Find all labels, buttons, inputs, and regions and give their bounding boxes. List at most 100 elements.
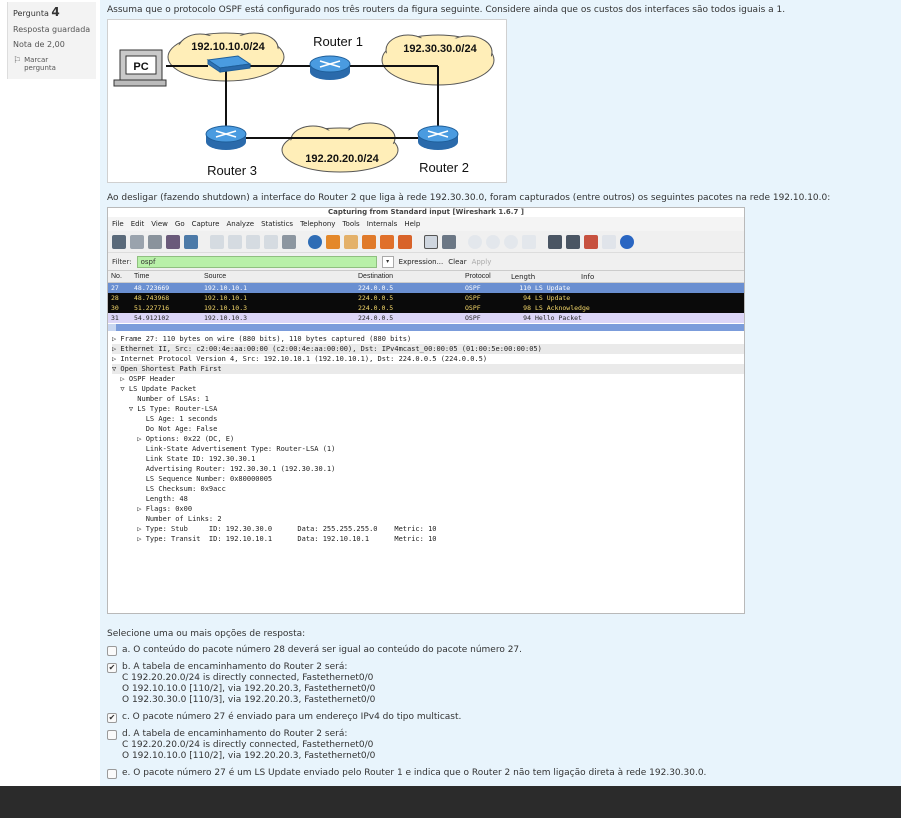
col-no[interactable]: No.	[108, 273, 134, 280]
detail-line: Link-State Advertisement Type: Router-LS…	[112, 445, 336, 453]
question-text: Assuma que o protocolo OSPF está configu…	[107, 5, 786, 15]
col-source[interactable]: Source	[204, 273, 358, 280]
router2-label: Router 2	[419, 160, 469, 175]
option-a-checkbox[interactable]	[107, 646, 117, 656]
wireshark-toolbar	[108, 231, 744, 253]
close-file-icon[interactable]	[246, 234, 260, 249]
flag-question-button[interactable]: ⚐ Marcar pergunta	[13, 56, 91, 72]
detail-line[interactable]: ▷ Type: Transit ID: 192.10.10.1 Data: 19…	[112, 534, 744, 544]
packet-row[interactable]: 31 54.912102 192.10.10.3 224.0.0.5 OSPF …	[108, 313, 744, 323]
col-length[interactable]: Length	[511, 273, 577, 281]
filter-dropdown-icon[interactable]: ▾	[381, 255, 394, 268]
col-time[interactable]: Time	[134, 273, 204, 280]
option-e-checkbox[interactable]	[107, 769, 117, 779]
resize-columns-icon[interactable]	[522, 234, 536, 249]
save-file-icon[interactable]	[228, 234, 242, 249]
menu-go[interactable]: Go	[175, 220, 185, 228]
forward-icon[interactable]	[344, 234, 358, 249]
packet-protocol: OSPF	[465, 314, 481, 322]
menu-telephony[interactable]: Telephony	[300, 220, 335, 228]
packet-no: 30	[111, 304, 119, 312]
menu-analyze[interactable]: Analyze	[226, 220, 254, 228]
option-c[interactable]: ✔ c. O pacote número 27 é enviado para u…	[107, 712, 706, 723]
menu-statistics[interactable]: Statistics	[261, 220, 293, 228]
packet-info: LS Update	[535, 284, 571, 292]
col-info[interactable]: Info	[577, 273, 744, 281]
detail-line[interactable]: ▷ Type: Stub ID: 192.30.30.0 Data: 255.2…	[112, 524, 744, 534]
detail-line[interactable]: ▽ LS Update Packet	[112, 384, 744, 394]
packet-row[interactable]: 27 48.723669 192.10.10.1 224.0.0.5 OSPF …	[108, 283, 744, 293]
expression-button[interactable]: Expression...	[399, 258, 444, 266]
option-b-line: O 192.10.10.0 [110/2], via 192.20.20.3, …	[122, 684, 376, 694]
clear-button[interactable]: Clear	[448, 258, 466, 266]
normal-size-icon[interactable]	[504, 234, 518, 249]
interfaces-icon[interactable]	[112, 234, 126, 249]
packet-source: 192.10.10.1	[204, 294, 248, 302]
options-icon[interactable]	[130, 234, 144, 249]
open-file-icon[interactable]	[210, 234, 224, 249]
zoom-out-icon[interactable]	[486, 234, 500, 249]
packet-length: 94	[523, 294, 531, 302]
detail-line[interactable]: ▷ Ethernet II, Src: c2:00:4e:aa:00:00 (c…	[112, 344, 744, 354]
col-protocol[interactable]: Protocol	[465, 273, 511, 280]
network-diagram: PC 192.10.10.0/24 192.30.30.0/24 192.20.…	[107, 19, 507, 183]
option-c-text: c. O pacote número 27 é enviado para um …	[122, 712, 462, 722]
packet-length: 110	[519, 284, 531, 292]
go-to-packet-icon[interactable]	[362, 234, 376, 249]
colorize-icon[interactable]	[424, 234, 438, 249]
detail-line[interactable]: ▷ OSPF Header	[112, 374, 744, 384]
option-a[interactable]: a. O conteúdo do pacote número 28 deverá…	[107, 645, 706, 656]
option-e[interactable]: e. O pacote número 27 é um LS Update env…	[107, 768, 706, 779]
detail-line[interactable]: ▽ Open Shortest Path First	[112, 364, 744, 374]
packet-row[interactable]: 28 48.743968 192.10.10.1 224.0.0.5 OSPF …	[108, 293, 744, 303]
help-icon[interactable]	[620, 234, 634, 249]
menu-capture[interactable]: Capture	[192, 220, 220, 228]
filter-input[interactable]: ospf	[136, 255, 377, 268]
option-d-checkbox[interactable]	[107, 730, 117, 740]
apply-button[interactable]: Apply	[472, 258, 492, 266]
router3-label: Router 3	[207, 163, 257, 178]
menu-edit[interactable]: Edit	[131, 220, 145, 228]
question-label-text: Pergunta	[13, 9, 49, 18]
detail-line[interactable]: ▽ LS Type: Router-LSA	[112, 404, 744, 414]
reload-icon[interactable]	[264, 234, 278, 249]
start-capture-icon[interactable]	[148, 234, 162, 249]
detail-line: Number of LSAs: 1	[112, 395, 209, 403]
menu-view[interactable]: View	[151, 220, 168, 228]
zoom-in-icon[interactable]	[468, 234, 482, 249]
back-icon[interactable]	[326, 234, 340, 249]
packet-row[interactable]: 30 51.227716 192.10.10.3 224.0.0.5 OSPF …	[108, 303, 744, 313]
menu-internals[interactable]: Internals	[367, 220, 398, 228]
last-packet-icon[interactable]	[398, 234, 412, 249]
menu-help[interactable]: Help	[404, 220, 420, 228]
option-b[interactable]: ✔ b. A tabela de encaminhamento do Route…	[107, 662, 706, 706]
print-icon[interactable]	[282, 234, 296, 249]
preferences-icon[interactable]	[602, 234, 616, 249]
detail-line: Link State ID: 192.30.30.1	[112, 455, 256, 463]
option-d[interactable]: d. A tabela de encaminhamento do Router …	[107, 729, 706, 762]
display-filters-icon[interactable]	[566, 234, 580, 249]
detail-line[interactable]: ▷ Internet Protocol Version 4, Src: 192.…	[112, 354, 744, 364]
stop-capture-icon[interactable]	[166, 234, 180, 249]
menu-tools[interactable]: Tools	[342, 220, 359, 228]
capture-filters-icon[interactable]	[548, 234, 562, 249]
filter-bar: Filter: ospf ▾ Expression... Clear Apply	[108, 253, 744, 271]
option-c-checkbox[interactable]: ✔	[107, 713, 117, 723]
restart-capture-icon[interactable]	[184, 234, 198, 249]
packet-list-scrollbar[interactable]	[108, 324, 744, 331]
option-b-checkbox[interactable]: ✔	[107, 663, 117, 673]
first-packet-icon[interactable]	[380, 234, 394, 249]
detail-line[interactable]: ▷ Options: 0x22 (DC, E)	[112, 434, 744, 444]
autoscroll-icon[interactable]	[442, 234, 456, 249]
detail-line[interactable]: ▷ Frame 27: 110 bytes on wire (880 bits)…	[112, 334, 744, 344]
col-destination[interactable]: Destination	[358, 273, 465, 280]
question-state: Resposta guardada	[13, 25, 91, 34]
menu-file[interactable]: File	[112, 220, 124, 228]
find-icon[interactable]	[308, 234, 322, 249]
detail-line[interactable]: ▷ Flags: 0x00	[112, 504, 744, 514]
coloring-rules-icon[interactable]	[584, 234, 598, 249]
packet-time: 48.723669	[134, 284, 170, 292]
packet-time: 54.912102	[134, 314, 170, 322]
scroll-left-icon[interactable]	[108, 324, 116, 331]
detail-line: Length: 48	[112, 495, 188, 503]
